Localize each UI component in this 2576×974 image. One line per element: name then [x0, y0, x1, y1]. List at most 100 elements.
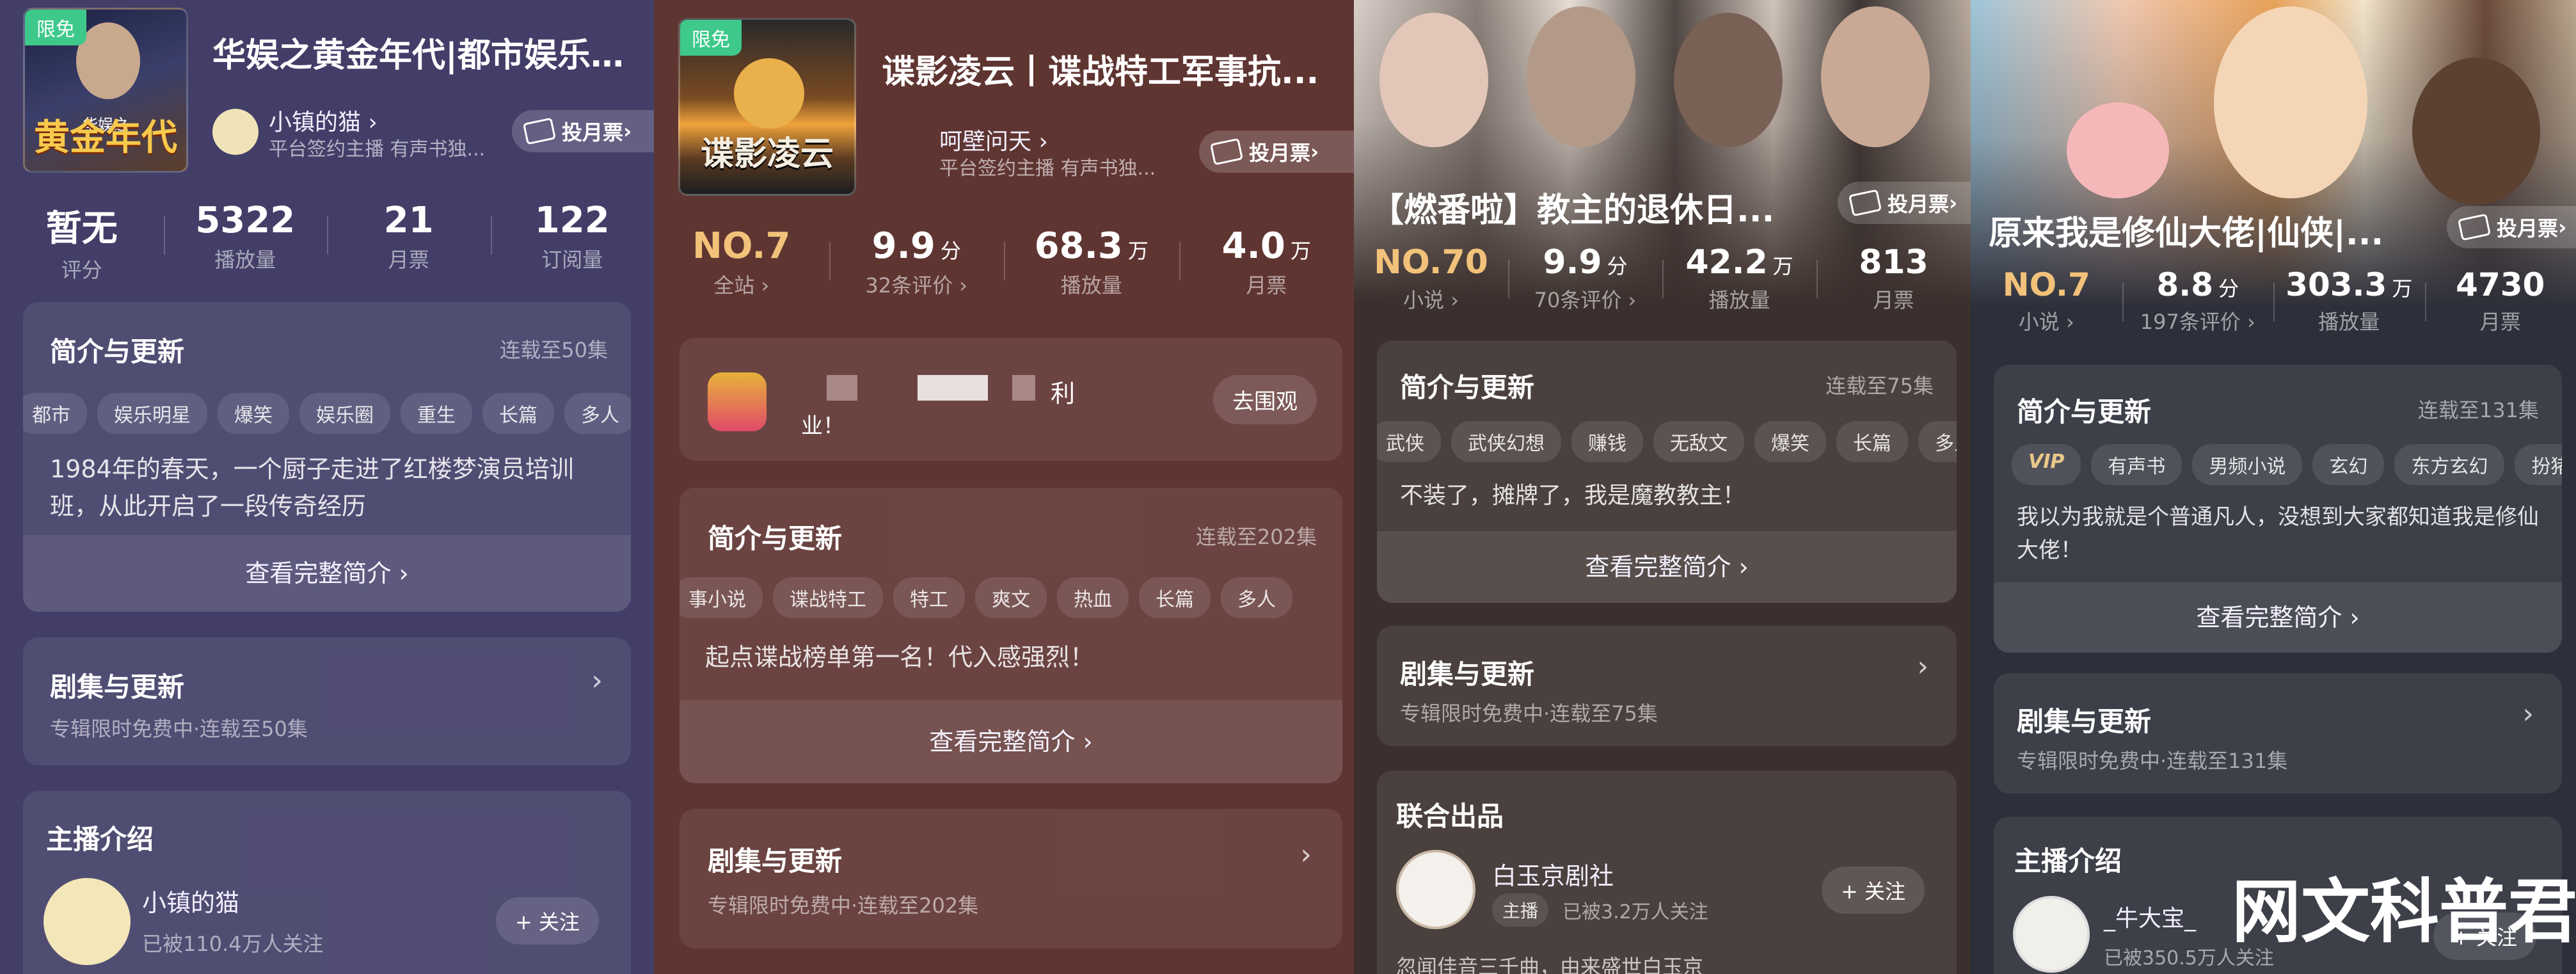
intro-description: 我以为我就是个普通凡人，没想到大家都知道我是修仙大佬！	[2017, 504, 2539, 563]
free-badge: 限免	[680, 20, 742, 56]
stat-rating: 暂无 评分	[45, 208, 118, 282]
intro-title: 简介与更新	[1400, 372, 1535, 403]
stat-rank[interactable]: NO.70 小说 ›	[1354, 243, 1508, 314]
intro-card: 简介与更新 连载至131集 VIP 有声书 男频小说 玄幻 东方玄幻 扮猪吃 我…	[1994, 365, 2562, 653]
anchor-name[interactable]: 小镇的猫 ›	[269, 104, 378, 137]
tag[interactable]: 特工	[893, 577, 965, 618]
stat-score[interactable]: 8.8 分 197条评价 ›	[2122, 266, 2274, 335]
tag-list: 武侠 武侠幻想 赚钱 无敌文 爆笑 长篇 多人	[1377, 421, 1957, 462]
tag[interactable]: 男频小说	[2192, 444, 2303, 485]
stat-rank[interactable]: NO.7 小说 ›	[1971, 266, 2122, 335]
tag[interactable]: 玄幻	[2312, 444, 2385, 485]
free-badge: 限免	[25, 10, 86, 45]
host-name[interactable]: _牛大宝_	[2104, 900, 2196, 933]
stat-plays: 42.2 万播放量	[1662, 243, 1817, 314]
tag[interactable]: 长篇	[1836, 421, 1908, 462]
tag[interactable]: 扮猪吃	[2515, 444, 2562, 485]
stat-subscriptions: 122 订阅量	[490, 200, 655, 283]
anchor-avatar[interactable]	[212, 109, 258, 155]
anchor-name[interactable]: 呵壁问天 ›	[939, 123, 1048, 156]
chevron-right-icon: ›	[591, 664, 603, 697]
tag[interactable]: 长篇	[1139, 577, 1211, 618]
host-avatar[interactable]	[44, 878, 131, 965]
tag[interactable]: 爆笑	[218, 393, 289, 434]
intro-description: 不装了，摊牌了，我是魔教教主！	[1400, 483, 1746, 509]
episodes-status: 专辑限时免费中·连载至75集	[1400, 701, 1658, 726]
episodes-title: 剧集与更新	[50, 671, 185, 703]
tag[interactable]: 武侠	[1377, 421, 1441, 462]
follow-button[interactable]: + 关注	[496, 897, 599, 945]
vote-ticket-button[interactable]: 投月票 ›	[512, 110, 654, 152]
intro-card: 简介与更新 连载至75集 武侠 武侠幻想 赚钱 无敌文 爆笑 长篇 多人 不装了…	[1377, 340, 1957, 603]
panel-3: 【燃番啦】教主的退休日... 投月票 › NO.70 小说 › 9.9 分 70条评价…	[1354, 0, 1971, 974]
publisher-name[interactable]: 白玉京剧社	[1492, 856, 1614, 891]
tag[interactable]: 长篇	[482, 393, 554, 434]
tag[interactable]: 多人	[1221, 577, 1292, 618]
character-art	[1379, 13, 1488, 147]
promo-card[interactable]: 利 业！ 去围观	[680, 338, 1342, 461]
vote-ticket-button[interactable]: 投月票 ›	[1199, 131, 1354, 173]
tag[interactable]: 爆笑	[1754, 421, 1826, 462]
tag[interactable]: 热血	[1057, 577, 1129, 618]
tag[interactable]: 无敌文	[1653, 421, 1744, 462]
redacted-text	[827, 375, 857, 401]
host-avatar[interactable]	[2013, 896, 2090, 973]
tag-list: VIP 有声书 男频小说 玄幻 东方玄幻 扮猪吃	[2012, 444, 2562, 485]
joint-production-card: 联合出品 白玉京剧社 主播 已被3.2万人关注 + 关注 忽闻佳音三千曲，由来盛…	[1377, 770, 1957, 974]
stats-row: 暂无 评分 5322 播放量 21 月票 122 订阅量	[0, 200, 654, 283]
tag[interactable]: 爽文	[975, 577, 1047, 618]
stat-plays: 5322 播放量	[163, 200, 328, 283]
tag[interactable]: 都市	[23, 393, 87, 434]
host-card: 主播介绍 小镇的猫 已被110.4万人关注 + 关注	[23, 791, 631, 974]
episodes-card[interactable]: 剧集与更新 › 专辑限时免费中·连载至75集	[1377, 626, 1957, 746]
panel-2: 谍影凌云 限免 谍影凌云丨谍战特工军事抗... 呵壁问天 › 平台签约主播 有声…	[654, 0, 1354, 974]
chevron-right-icon: ›	[1917, 650, 1928, 683]
stat-score[interactable]: 9.9 分 70条评价 ›	[1508, 243, 1662, 314]
intro-title: 简介与更新	[2017, 396, 2152, 427]
stat-monthly-tickets: 21 月票	[327, 200, 491, 283]
tag[interactable]: 娱乐圈	[299, 393, 390, 434]
episodes-status: 专辑限时免费中·连载至131集	[2017, 749, 2288, 773]
follow-button[interactable]: + 关注	[1822, 866, 1925, 914]
tag[interactable]: 多人	[564, 393, 631, 434]
view-full-intro-button[interactable]: 查看完整简介 ›	[1377, 531, 1957, 603]
go-watch-button[interactable]: 去围观	[1213, 375, 1317, 424]
tag[interactable]: 赚钱	[1571, 421, 1643, 462]
episodes-card[interactable]: 剧集与更新 › 专辑限时免费中·连载至131集	[1994, 673, 2562, 794]
episodes-status: 专辑限时免费中·连载至202集	[708, 893, 979, 918]
tag[interactable]: 东方玄幻	[2394, 444, 2505, 485]
episodes-card[interactable]: 剧集与更新 › 专辑限时免费中·连载至202集	[680, 809, 1342, 948]
vote-ticket-button[interactable]: 投月票 ›	[1838, 182, 1971, 224]
stat-rank[interactable]: NO.7 全站 ›	[654, 225, 829, 299]
tag[interactable]: 有声书	[2091, 444, 2182, 485]
view-full-intro-button[interactable]: 查看完整简介 ›	[680, 700, 1342, 783]
intro-card: 简介与更新 连载至50集 都市 娱乐明星 爆笑 娱乐圈 重生 长篇 多人 198…	[23, 302, 631, 612]
publisher-avatar[interactable]	[1396, 850, 1475, 929]
redacted-text	[918, 375, 988, 401]
redacted-text	[1012, 375, 1035, 401]
host-name[interactable]: 小镇的猫	[142, 883, 239, 918]
intro-update-status: 连载至202集	[1195, 525, 1317, 549]
tag[interactable]: 武侠幻想	[1451, 421, 1561, 462]
tag[interactable]: 重生	[401, 393, 472, 434]
episodes-card[interactable]: 剧集与更新 › 专辑限时免费中·连载至50集	[23, 637, 631, 765]
tag[interactable]: 谍战特工	[773, 577, 883, 618]
album-cover[interactable]: 谍影凌云 限免	[678, 18, 856, 196]
stat-score[interactable]: 9.9 分 32条评价 ›	[829, 225, 1005, 299]
view-full-intro-button[interactable]: 查看完整简介 ›	[23, 535, 631, 612]
stat-monthly-tickets: 4730 月票	[2424, 266, 2576, 335]
vote-ticket-button[interactable]: 投月票 ›	[2447, 206, 2576, 248]
ticket-icon	[1848, 189, 1882, 217]
publisher-followers: 已被3.2万人关注	[1562, 901, 1708, 923]
tag[interactable]: 多人	[1918, 421, 1957, 462]
stat-plays: 303.3 万播放量	[2273, 266, 2425, 335]
stats-row: NO.70 小说 › 9.9 分 70条评价 › 42.2 万播放量 813 月票	[1354, 243, 1971, 314]
tag[interactable]: 事小说	[680, 577, 763, 618]
vip-tag[interactable]: VIP	[2012, 444, 2081, 485]
album-artwork	[1971, 0, 2576, 307]
view-full-intro-button[interactable]: 查看完整简介 ›	[1994, 582, 2562, 653]
tag[interactable]: 娱乐明星	[97, 393, 207, 434]
character-art	[1527, 6, 1635, 147]
ticket-icon	[522, 117, 557, 145]
album-cover[interactable]: 华娱之 黄金年代 限免	[23, 8, 188, 173]
